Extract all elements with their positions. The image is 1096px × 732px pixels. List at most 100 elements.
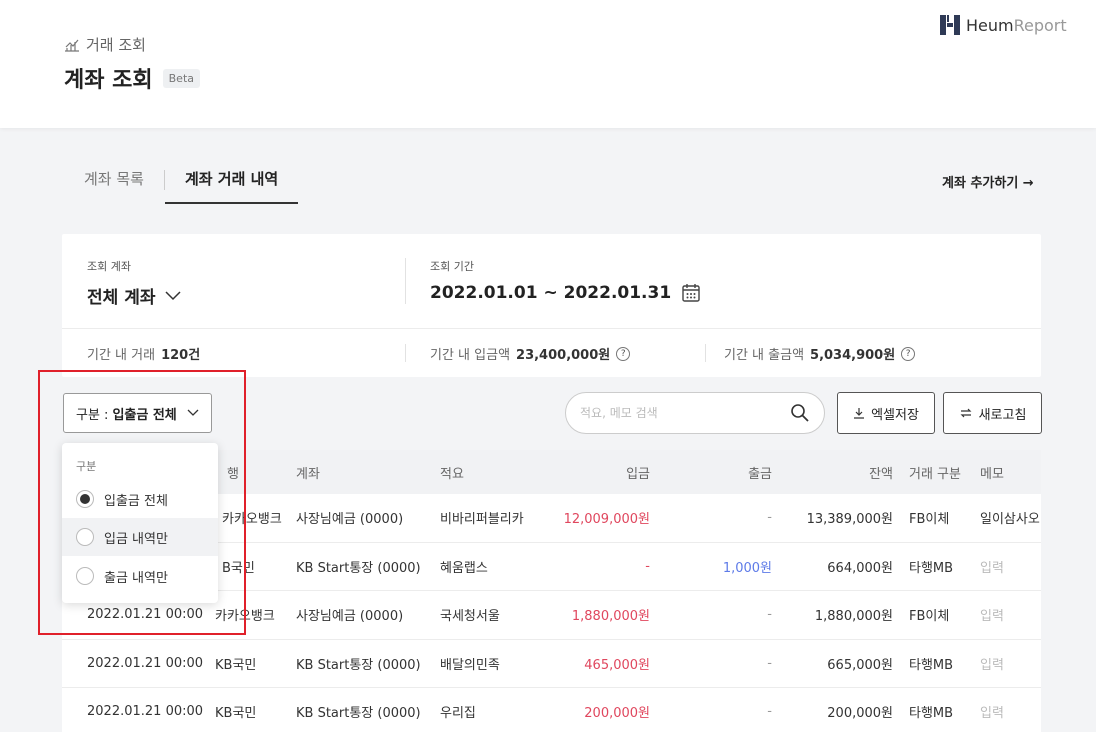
cell-withdraw: - xyxy=(767,607,772,623)
cell-type: 타행MB xyxy=(909,706,954,722)
account-selector-label: 조회 계좌 xyxy=(87,260,131,273)
cell-datetime: 2022.01.21 00:00 xyxy=(87,655,204,671)
cell-deposit: - xyxy=(645,558,650,574)
account-selector[interactable]: 조회 계좌 전체 계좌 xyxy=(87,258,182,308)
radio-button[interactable] xyxy=(76,567,94,585)
tx-count-value: 120건 xyxy=(161,348,201,363)
col-header-description: 적요 xyxy=(440,466,464,482)
beta-badge: Beta xyxy=(162,68,200,88)
tab-bar: 계좌 목록 계좌 거래 내역 xyxy=(64,158,299,204)
search-box[interactable] xyxy=(565,392,825,434)
radio-button-selected[interactable] xyxy=(76,490,94,508)
filter-option-deposit-only[interactable]: 입금 내역만 xyxy=(62,518,218,556)
excel-export-label: 엑셀저장 xyxy=(871,407,919,423)
cell-description: 혜움랩스 xyxy=(440,560,488,576)
col-header-balance: 잔액 xyxy=(869,466,893,482)
filter-option-all[interactable]: 입출금 전체 xyxy=(62,480,218,518)
deposit-value: 23,400,000원 xyxy=(516,348,611,363)
excel-export-button[interactable]: 엑셀저장 xyxy=(837,392,935,434)
cell-bank: KB국민 xyxy=(215,657,257,673)
summary-panel: 조회 계좌 전체 계좌 조회 기간 2022.01.01 ~ 2022.01.3… xyxy=(62,234,1041,377)
cell-memo[interactable]: 입력 xyxy=(980,591,1004,639)
cell-withdraw: - xyxy=(767,655,772,671)
cell-account: KB Start통장 (0000) xyxy=(296,657,421,673)
period-selector-label: 조회 기간 xyxy=(430,260,474,273)
add-account-link[interactable]: 계좌 추가하기 → xyxy=(942,172,1034,191)
panel-divider xyxy=(62,328,1041,329)
cell-withdraw: 1,000원 xyxy=(722,560,772,576)
search-input[interactable] xyxy=(580,406,790,420)
divider xyxy=(405,258,406,304)
app-logo[interactable]: Heum Report xyxy=(940,15,1067,35)
deposit-stat: 기간 내 입금액 23,400,000원 ? xyxy=(430,344,631,363)
table-row[interactable]: 2022.01.21 00:00 KB국민 KB Start통장 (0000) … xyxy=(62,639,1041,688)
cell-type: 타행MB xyxy=(909,560,954,576)
col-header-account: 계좌 xyxy=(296,466,320,482)
cell-deposit: 200,000원 xyxy=(584,706,650,722)
tx-count-label: 기간 내 거래 xyxy=(87,348,156,363)
download-icon xyxy=(854,408,865,419)
filter-option-withdraw-only[interactable]: 출금 내역만 xyxy=(62,557,218,595)
cell-balance: 13,389,000원 xyxy=(806,512,893,528)
type-filter-value: 입출금 전체 xyxy=(112,407,177,423)
cell-type: FB이체 xyxy=(909,512,950,528)
cell-balance: 1,880,000원 xyxy=(814,609,893,625)
cell-memo[interactable]: 입력 xyxy=(980,688,1004,732)
table-row[interactable]: 2022.01.21 00:00 KB국민 KB Start통장 (0000) … xyxy=(62,688,1041,732)
cell-account: KB Start통장 (0000) xyxy=(296,706,421,722)
col-header-memo: 메모 xyxy=(980,466,1004,482)
type-filter-prefix: 구분 : xyxy=(76,407,109,423)
search-icon[interactable] xyxy=(790,403,810,423)
dropdown-title: 구분 xyxy=(76,460,97,473)
cell-account: 사장님예금 (0000) xyxy=(296,512,404,528)
col-header-type: 거래 구분 xyxy=(909,466,961,482)
cell-memo[interactable]: 일이삼사오 xyxy=(980,494,1041,542)
radio-button[interactable] xyxy=(76,528,94,546)
col-header-bank: 행 xyxy=(227,466,239,482)
cell-withdraw: - xyxy=(767,704,772,720)
refresh-icon xyxy=(960,408,972,418)
account-selector-value: 전체 계좌 xyxy=(87,288,156,308)
cell-deposit: 12,009,000원 xyxy=(563,512,650,528)
chevron-down-icon xyxy=(187,409,199,416)
cell-account: KB Start통장 (0000) xyxy=(296,560,421,576)
cell-memo[interactable]: 입력 xyxy=(980,543,1004,591)
cell-balance: 664,000원 xyxy=(827,560,893,576)
period-selector-value: 2022.01.01 ~ 2022.01.31 xyxy=(430,283,672,303)
cell-memo[interactable]: 입력 xyxy=(980,640,1004,688)
type-filter-button[interactable]: 구분 : 입출금 전체 xyxy=(63,393,212,433)
page-title-text: 계좌 조회 xyxy=(64,68,153,93)
divider xyxy=(405,344,406,362)
cell-account: 사장님예금 (0000) xyxy=(296,609,404,625)
page-title: 계좌 조회 Beta xyxy=(64,62,200,94)
tab-account-list[interactable]: 계좌 목록 xyxy=(64,158,164,204)
help-icon[interactable]: ? xyxy=(901,346,916,361)
breadcrumb: 거래 조회 xyxy=(64,34,146,55)
type-filter-dropdown: 구분 입출금 전체 입금 내역만 출금 내역만 xyxy=(62,443,218,603)
withdraw-label: 기간 내 출금액 xyxy=(724,348,805,363)
breadcrumb-label: 거래 조회 xyxy=(86,36,146,54)
cell-balance: 200,000원 xyxy=(827,706,893,722)
help-icon[interactable]: ? xyxy=(616,346,631,361)
calendar-icon[interactable] xyxy=(681,283,701,303)
filter-option-label: 입금 내역만 xyxy=(104,531,168,547)
chevron-down-icon xyxy=(165,290,182,300)
cell-description: 비바리퍼블리카 xyxy=(440,512,524,528)
chart-icon xyxy=(65,39,79,52)
refresh-label: 새로고침 xyxy=(978,407,1027,423)
cell-bank: KB국민 xyxy=(215,706,257,722)
refresh-button[interactable]: 새로고침 xyxy=(943,392,1042,434)
period-selector[interactable]: 조회 기간 2022.01.01 ~ 2022.01.31 xyxy=(430,258,701,303)
cell-description: 우리집 xyxy=(440,706,476,722)
cell-description: 배달의민족 xyxy=(440,657,500,673)
tab-account-transactions[interactable]: 계좌 거래 내역 xyxy=(164,158,299,204)
col-header-deposit: 입금 xyxy=(626,466,650,482)
logo-text-light: Report xyxy=(1013,15,1067,35)
logo-mark-icon xyxy=(940,15,960,35)
cell-bank: 카카오뱅크 xyxy=(215,609,275,625)
tx-count-stat: 기간 내 거래 120건 xyxy=(87,344,200,363)
cell-description: 국세청서울 xyxy=(440,609,500,625)
deposit-label: 기간 내 입금액 xyxy=(430,348,511,363)
cell-type: FB이체 xyxy=(909,609,950,625)
filter-option-label: 입출금 전체 xyxy=(104,493,168,509)
